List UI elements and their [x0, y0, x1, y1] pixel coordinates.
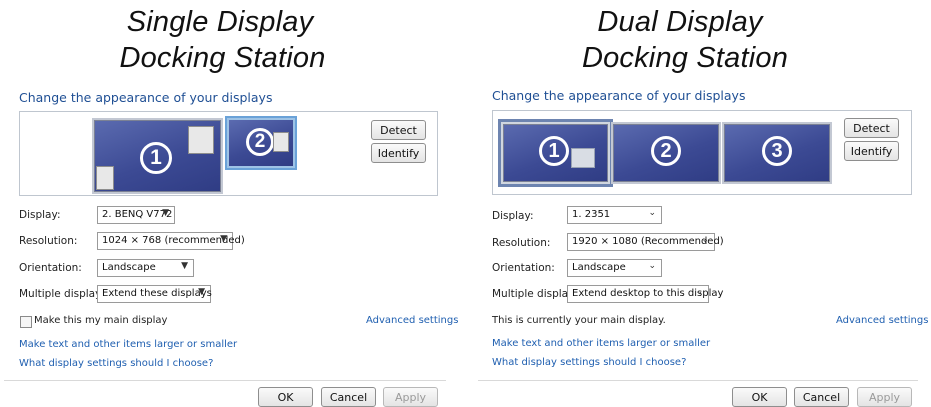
apply-label: Apply — [394, 390, 427, 404]
left-panel-title: Change the appearance of your displays — [19, 90, 273, 105]
window-icon — [273, 132, 289, 152]
detect-button[interactable]: Detect — [371, 120, 426, 140]
detect-label: Detect — [380, 123, 417, 137]
ok-button[interactable]: OK — [732, 387, 787, 407]
dock-icon — [96, 166, 114, 190]
monitor-number-2: 2 — [651, 136, 681, 166]
left-display-preview: 1 2 Detect Identify — [19, 111, 438, 196]
cancel-label: Cancel — [802, 390, 841, 404]
identify-button[interactable]: Identify — [844, 141, 899, 161]
monitor-number-1: 1 — [140, 142, 172, 174]
right-monitor-2[interactable]: 2 — [611, 122, 721, 184]
advanced-settings-link[interactable]: Advanced settings — [366, 315, 458, 326]
advanced-settings-link[interactable]: Advanced settings — [836, 315, 928, 326]
chevron-down-icon: ▼ — [162, 208, 169, 218]
display-select[interactable]: 1. 2351 ⌄ — [567, 206, 662, 224]
monitor-number-2: 2 — [246, 128, 274, 156]
orientation-value: Landscape — [572, 262, 626, 273]
display-help-link[interactable]: What display settings should I choose? — [19, 358, 213, 369]
text-size-link[interactable]: Make text and other items larger or smal… — [492, 338, 710, 349]
detect-label: Detect — [853, 121, 890, 135]
chevron-down-icon: ▼ — [181, 261, 188, 271]
right-monitor-3[interactable]: 3 — [722, 122, 832, 184]
monitor-number-3: 3 — [762, 136, 792, 166]
right-panel-title: Change the appearance of your displays — [492, 88, 746, 103]
cancel-button[interactable]: Cancel — [321, 387, 376, 407]
right-monitor-1[interactable]: 1 — [498, 119, 613, 187]
chevron-down-icon: ⌄ — [695, 287, 703, 297]
divider — [4, 380, 446, 381]
display-help-link[interactable]: What display settings should I choose? — [492, 357, 686, 368]
apply-button: Apply — [857, 387, 912, 407]
left-monitor-1[interactable]: 1 — [92, 118, 223, 194]
monitor-number-1: 1 — [539, 136, 569, 166]
right-heading-line2: Docking Station — [581, 42, 789, 74]
right-heading-line1: Dual Display — [597, 6, 763, 38]
identify-label: Identify — [850, 144, 893, 158]
display-select[interactable]: 2. BENQ V772 ▼ — [97, 206, 175, 224]
left-monitor-2[interactable]: 2 — [227, 118, 295, 168]
cancel-label: Cancel — [329, 390, 368, 404]
checkbox-icon[interactable] — [20, 316, 32, 328]
main-display-checkbox-label[interactable]: Make this my main display — [34, 315, 167, 326]
multiple-displays-select[interactable]: Extend desktop to this display ⌄ — [567, 285, 723, 303]
right-display-preview: 1 2 3 Detect Identify — [492, 110, 912, 195]
chevron-down-icon: ▼ — [220, 234, 227, 244]
display-label: Display: — [492, 210, 534, 222]
resolution-label: Resolution: — [19, 235, 78, 247]
chevron-down-icon: ▼ — [198, 287, 205, 297]
ok-button[interactable]: OK — [258, 387, 313, 407]
resolution-select[interactable]: 1920 × 1080 (Recommended) ⌄ — [567, 233, 724, 251]
window-icon — [188, 126, 214, 154]
apply-label: Apply — [868, 390, 901, 404]
chevron-down-icon: ⌄ — [648, 208, 656, 218]
text-size-link[interactable]: Make text and other items larger or smal… — [19, 339, 237, 350]
left-heading-line1: Single Display — [126, 6, 314, 38]
resolution-label: Resolution: — [492, 237, 551, 249]
multiple-displays-value: Extend these displays — [102, 288, 212, 299]
detect-button[interactable]: Detect — [844, 118, 899, 138]
identify-label: Identify — [377, 146, 420, 160]
ok-label: OK — [277, 390, 294, 404]
display-label: Display: — [19, 209, 61, 221]
multiple-displays-select[interactable]: Extend these displays ▼ — [97, 285, 212, 303]
apply-button: Apply — [383, 387, 438, 407]
orientation-value: Landscape — [102, 262, 156, 273]
ok-label: OK — [751, 390, 768, 404]
orientation-label: Orientation: — [19, 262, 82, 274]
display-value: 1. 2351 — [572, 209, 611, 220]
resolution-select[interactable]: 1024 × 768 (recommended) ▼ — [97, 232, 245, 250]
keypad-icon — [571, 148, 595, 168]
cancel-button[interactable]: Cancel — [794, 387, 849, 407]
orientation-select[interactable]: Landscape ▼ — [97, 259, 194, 277]
left-heading-line2: Docking Station — [119, 42, 326, 74]
chevron-down-icon: ⌄ — [701, 235, 709, 245]
orientation-select[interactable]: Landscape ⌄ — [567, 259, 662, 277]
main-display-status: This is currently your main display. — [492, 315, 666, 326]
divider — [478, 380, 918, 381]
orientation-label: Orientation: — [492, 262, 555, 274]
chevron-down-icon: ⌄ — [648, 261, 656, 271]
identify-button[interactable]: Identify — [371, 143, 426, 163]
